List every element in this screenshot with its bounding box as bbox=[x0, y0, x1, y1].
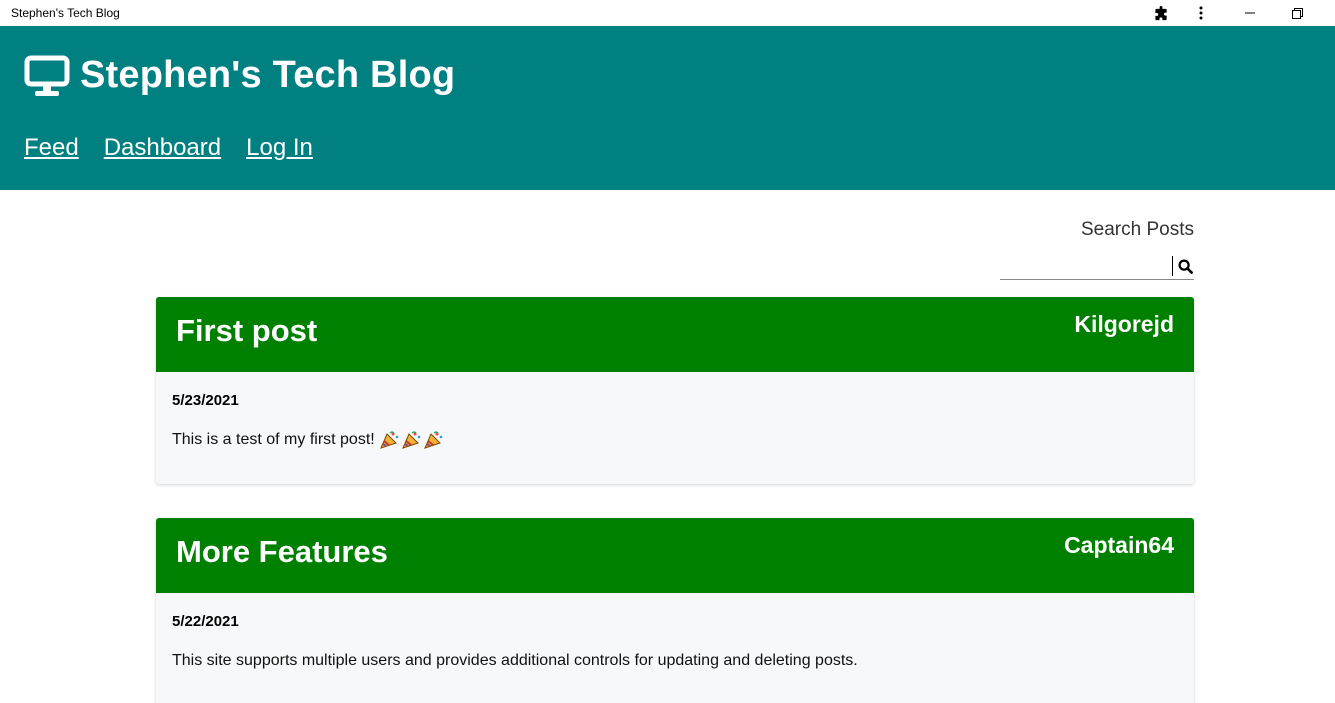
site-header: Stephen's Tech Blog Feed Dashboard Log I… bbox=[0, 26, 1335, 190]
post-author: Captain64 bbox=[1064, 532, 1174, 558]
nav-link-dashboard[interactable]: Dashboard bbox=[104, 134, 221, 162]
restore-window-icon[interactable] bbox=[1288, 4, 1306, 22]
post-header: First post Kilgorejd bbox=[156, 297, 1194, 372]
post-card: More Features Captain64 5/22/2021 This s… bbox=[156, 518, 1194, 703]
post-title[interactable]: First post bbox=[176, 313, 317, 349]
minimize-icon[interactable] bbox=[1241, 4, 1259, 22]
post-body-text: This site supports multiple users and pr… bbox=[172, 652, 858, 669]
party-popper-icon bbox=[401, 431, 421, 449]
search-label: Search Posts bbox=[1081, 219, 1194, 240]
post-body: This is a test of my first post! bbox=[172, 431, 445, 449]
post-title[interactable]: More Features bbox=[176, 534, 388, 570]
search-input[interactable] bbox=[1000, 254, 1172, 278]
post-author: Kilgorejd bbox=[1074, 311, 1174, 337]
extensions-puzzle-icon[interactable] bbox=[1152, 4, 1170, 22]
text-cursor bbox=[1172, 256, 1173, 276]
window-titlebar: Stephen's Tech Blog bbox=[0, 0, 1335, 26]
party-popper-emojis bbox=[379, 431, 445, 449]
search-box bbox=[1000, 254, 1194, 280]
post-body-text: This is a test of my first post! bbox=[172, 431, 375, 448]
nav-link-login[interactable]: Log In bbox=[246, 134, 313, 162]
party-popper-icon bbox=[423, 431, 443, 449]
post-date: 5/23/2021 bbox=[172, 392, 239, 409]
kebab-menu-icon[interactable] bbox=[1192, 4, 1210, 22]
post-header: More Features Captain64 bbox=[156, 518, 1194, 593]
main-nav: Feed Dashboard Log In bbox=[24, 134, 338, 162]
post-date: 5/22/2021 bbox=[172, 613, 239, 630]
monitor-icon bbox=[24, 55, 70, 97]
nav-link-feed[interactable]: Feed bbox=[24, 134, 79, 162]
site-title: Stephen's Tech Blog bbox=[80, 54, 456, 96]
brand[interactable]: Stephen's Tech Blog bbox=[24, 54, 455, 97]
search-icon[interactable] bbox=[1176, 255, 1194, 277]
post-body: This site supports multiple users and pr… bbox=[172, 652, 858, 670]
party-popper-icon bbox=[379, 431, 399, 449]
post-card: First post Kilgorejd 5/23/2021 This is a… bbox=[156, 297, 1194, 484]
window-title: Stephen's Tech Blog bbox=[11, 6, 120, 20]
